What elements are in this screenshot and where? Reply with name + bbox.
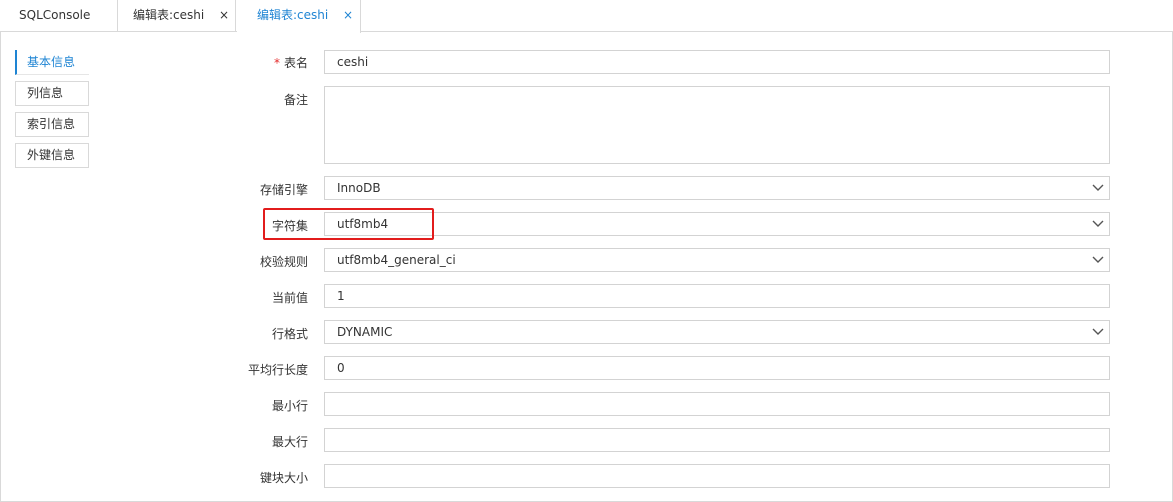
avg-row-length-input[interactable]: 0 <box>324 356 1110 380</box>
row-format-label: 行格式 <box>271 327 308 341</box>
section-nav: 基本信息 列信息 索引信息 外键信息 <box>15 50 89 174</box>
charset-select[interactable]: utf8mb4 <box>324 212 1110 236</box>
charset-value: utf8mb4 <box>337 217 389 231</box>
collation-label: 校验规则 <box>259 255 308 269</box>
tab-sqlconsole[interactable]: SQLConsole <box>0 0 118 32</box>
row-format-value: DYNAMIC <box>337 325 393 339</box>
min-rows-input[interactable] <box>324 392 1110 416</box>
auto-increment-input[interactable]: 1 <box>324 284 1110 308</box>
max-rows-input[interactable] <box>324 428 1110 452</box>
chevron-down-icon <box>1092 184 1104 191</box>
engine-value: InnoDB <box>337 181 381 195</box>
nav-foreign-key-info[interactable]: 外键信息 <box>15 143 89 168</box>
avg-row-length-label: 平均行长度 <box>247 363 308 377</box>
comment-textarea[interactable] <box>324 86 1110 164</box>
nav-column-info[interactable]: 列信息 <box>15 81 89 106</box>
required-mark: * <box>273 56 280 70</box>
tab-edit-table-1[interactable]: 编辑表:ceshi × <box>118 0 236 32</box>
close-icon[interactable]: × <box>217 0 231 30</box>
chevron-down-icon <box>1092 328 1104 335</box>
tab-edit-table-2[interactable]: 编辑表:ceshi × <box>237 0 361 33</box>
key-block-size-label: 键块大小 <box>259 471 308 485</box>
chevron-down-icon <box>1092 220 1104 227</box>
tab-bar: SQLConsole 编辑表:ceshi × 编辑表:ceshi × <box>0 0 1173 33</box>
key-block-size-input[interactable] <box>324 464 1110 488</box>
charset-label: 字符集 <box>271 219 308 233</box>
collation-value: utf8mb4_general_ci <box>337 253 456 267</box>
max-rows-label: 最大行 <box>271 435 308 449</box>
table-name-label: * 表名 <box>273 56 308 70</box>
nav-index-info[interactable]: 索引信息 <box>15 112 89 137</box>
row-format-select[interactable]: DYNAMIC <box>324 320 1110 344</box>
engine-select[interactable]: InnoDB <box>324 176 1110 200</box>
table-name-input[interactable]: ceshi <box>324 50 1110 74</box>
comment-label: 备注 <box>283 93 308 107</box>
close-icon[interactable]: × <box>341 0 355 30</box>
engine-label: 存储引擎 <box>259 183 308 197</box>
tab-label: SQLConsole <box>19 8 91 22</box>
chevron-down-icon <box>1092 256 1104 263</box>
collation-select[interactable]: utf8mb4_general_ci <box>324 248 1110 272</box>
auto-increment-label: 当前值 <box>271 291 308 305</box>
nav-basic-info[interactable]: 基本信息 <box>15 50 89 75</box>
min-rows-label: 最小行 <box>271 399 308 413</box>
